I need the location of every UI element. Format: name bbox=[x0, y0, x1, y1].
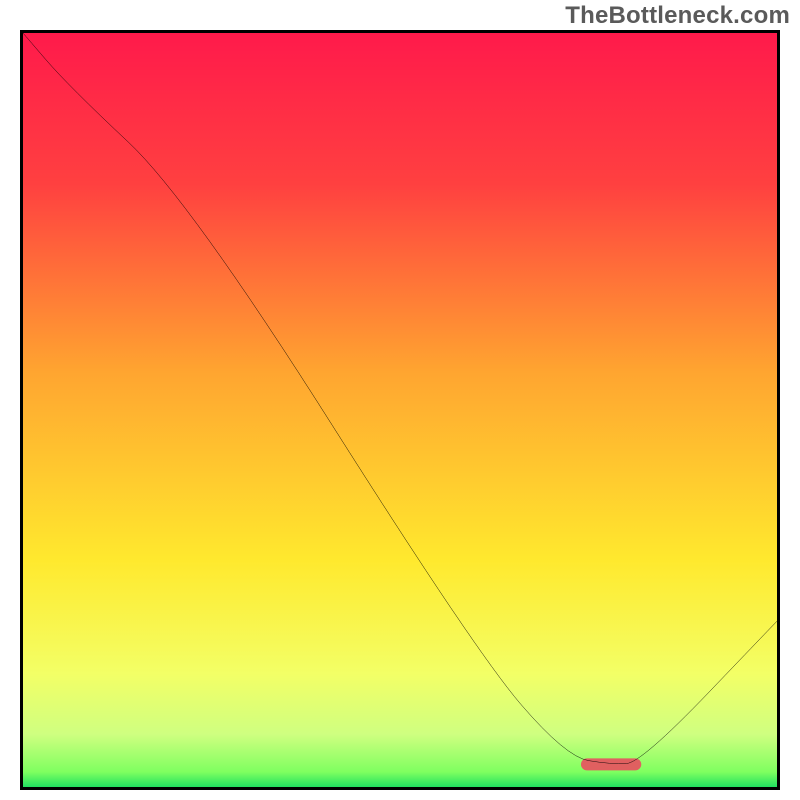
watermark-text: TheBottleneck.com bbox=[565, 2, 790, 30]
chart-container: TheBottleneck.com bbox=[0, 0, 800, 800]
marker-pill bbox=[581, 758, 641, 770]
gradient-background bbox=[23, 33, 777, 787]
plot-area bbox=[20, 30, 780, 790]
chart-svg bbox=[23, 33, 777, 787]
